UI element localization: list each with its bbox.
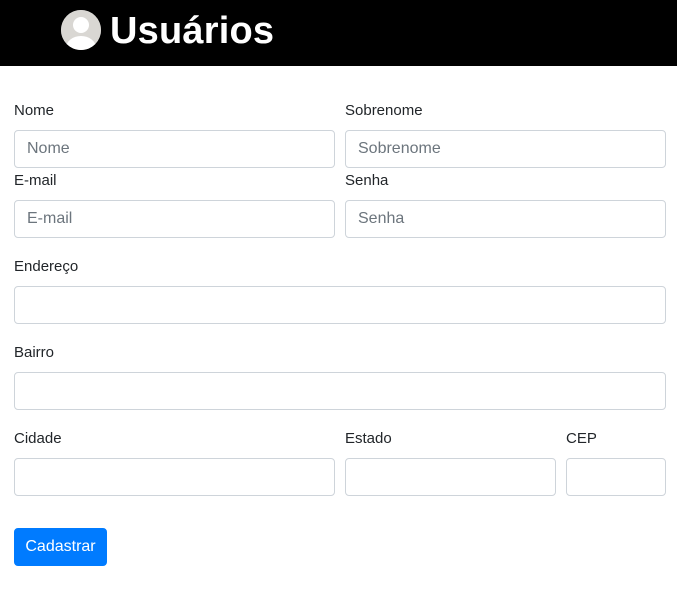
senha-input[interactable] [345, 200, 666, 238]
bairro-label: Bairro [14, 344, 55, 361]
cep-input[interactable] [566, 458, 666, 496]
email-label: E-mail [14, 172, 57, 189]
bairro-input[interactable] [14, 372, 666, 410]
page-title: Usuários [110, 10, 275, 52]
cep-label: CEP [566, 430, 597, 447]
estado-input[interactable] [345, 458, 556, 496]
estado-label: Estado [345, 430, 392, 447]
app-header: Usuários [0, 0, 677, 66]
nome-label: Nome [14, 102, 55, 119]
email-input[interactable] [14, 200, 335, 238]
cidade-label: Cidade [14, 430, 62, 447]
sobrenome-input[interactable] [345, 130, 666, 168]
sobrenome-label: Sobrenome [345, 102, 423, 119]
endereco-input[interactable] [14, 286, 666, 324]
senha-label: Senha [345, 172, 389, 189]
user-avatar-icon [61, 10, 101, 50]
nome-input[interactable] [14, 130, 335, 168]
cidade-input[interactable] [14, 458, 335, 496]
endereco-label: Endereço [14, 258, 79, 275]
cadastrar-button[interactable]: Cadastrar [14, 528, 107, 566]
